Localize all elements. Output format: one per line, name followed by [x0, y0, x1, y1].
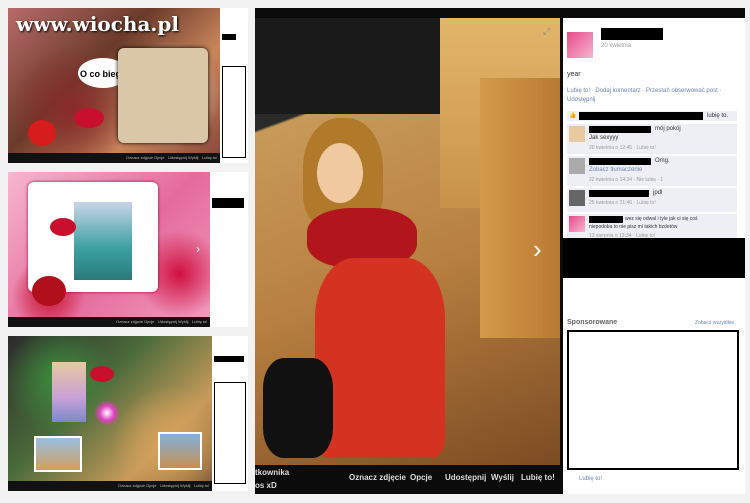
- photo-panel-2: › Oznacz zdjęcie Opcje Udostępnij Wyślij…: [8, 172, 248, 327]
- ad-box[interactable]: [567, 330, 739, 470]
- redacted: [222, 34, 236, 40]
- like-thumb-icon: 👍: [569, 113, 577, 119]
- share-link[interactable]: Udostępnij: [445, 473, 486, 482]
- post-actions-line2[interactable]: Udostępnij: [567, 97, 595, 103]
- main-photo: [255, 18, 560, 470]
- ad-box: [214, 382, 246, 484]
- girl-photo-frame: [118, 48, 208, 143]
- translate-link[interactable]: Zobacz tłumaczenie: [589, 167, 642, 173]
- post-actions-line1[interactable]: Lubię to! · Dodaj komentarz · Przestań o…: [567, 88, 721, 94]
- pyramid-photo: [158, 432, 202, 470]
- bar-share-link[interactable]: Udostępnij: [158, 319, 177, 324]
- girl-photo: [52, 362, 86, 422]
- bar-share-link[interactable]: Udostępnij: [168, 155, 187, 160]
- redacted: [212, 198, 244, 208]
- comment-text-line2: niepodoba to nie pisz mi takich bzdetów: [589, 224, 678, 230]
- avatar[interactable]: [569, 216, 585, 232]
- redacted-name: [589, 190, 649, 197]
- lips-decoration: [50, 218, 76, 236]
- comment-text: jpdl: [653, 190, 663, 196]
- avatar[interactable]: [567, 32, 593, 58]
- side-column-2: [210, 172, 248, 327]
- owner-name-partial[interactable]: tkownika: [255, 468, 289, 477]
- redacted-name: [601, 28, 663, 40]
- album-name-partial[interactable]: os xD: [255, 481, 277, 490]
- girl-face: [317, 143, 363, 203]
- expand-icon[interactable]: ⤢: [543, 26, 550, 37]
- sponsored-heading: Sponsorowane: [567, 319, 618, 326]
- sparkle-decoration: [94, 400, 120, 426]
- redacted: [214, 356, 244, 362]
- bar-send-link[interactable]: Wyślij: [180, 483, 190, 488]
- bottom-bar-1: Oznacz zdjęcie Opcje Udostępnij Wyślij L…: [8, 153, 220, 163]
- redacted-name: [589, 126, 651, 133]
- bar-share-link[interactable]: Udostępnij: [160, 483, 179, 488]
- comment-meta[interactable]: 25 kwietnia o 21:46 · Lubię to!: [589, 200, 656, 206]
- avatar[interactable]: [569, 158, 585, 174]
- black-pants: [263, 358, 333, 458]
- comment-text: Omg.: [655, 158, 670, 164]
- bar-send-link[interactable]: Wyślij: [178, 319, 188, 324]
- bottom-bar-3: Oznacz zdjęcie Opcje Udostępnij Wyślij L…: [8, 481, 212, 491]
- bar-options-link[interactable]: Opcje: [146, 483, 156, 488]
- main-photo-viewer: ⤢ › tkownika os xD Oznacz zdjęcie Opcje …: [255, 8, 745, 494]
- bottom-bar-2: Oznacz zdjęcie Opcje Udostępnij Wyślij L…: [8, 317, 210, 327]
- heart-decoration: [28, 120, 56, 146]
- ad-like-link[interactable]: Lubię to!: [579, 476, 602, 482]
- bar-tag-link[interactable]: Oznacz zdjęcie: [116, 319, 143, 324]
- side-column-1: [220, 8, 248, 163]
- comment-2: Omg. Zobacz tłumaczenie 22 kwietnia o 14…: [567, 156, 737, 186]
- redacted-comment-box: [563, 238, 745, 278]
- likes-row: 👍 lubię to.: [567, 111, 737, 121]
- watermark: www.wiocha.pl: [16, 12, 179, 36]
- comment-text: wez się odwal i tyle jak ci się coś: [625, 216, 698, 222]
- comment-3: jpdl 25 kwietnia o 21:46 · Lubię to!: [567, 188, 737, 212]
- redacted-name: [589, 158, 651, 165]
- comment-text: mój pokój: [655, 126, 681, 132]
- red-dress: [315, 258, 445, 458]
- chevron-right-icon[interactable]: ›: [533, 236, 542, 262]
- tag-photo-link[interactable]: Oznacz zdjęcie: [349, 473, 406, 482]
- bar-tag-link[interactable]: Oznacz zdjęcie: [118, 483, 145, 488]
- tv: [255, 18, 440, 114]
- side-column-3: [212, 336, 248, 491]
- rose-decoration: [32, 276, 66, 306]
- bar-like-link[interactable]: Lubię to!: [202, 155, 217, 160]
- comment-text-line2: Jak sexyyy: [589, 135, 619, 141]
- see-all-link[interactable]: Zobacz wszystkie: [695, 320, 734, 326]
- post-sidebar: 20 kwietnia year Lubię to! · Dodaj komen…: [563, 18, 745, 494]
- photo-panel-3: Oznacz zdjęcie Opcje Udostępnij Wyślij L…: [8, 336, 248, 491]
- avatar[interactable]: [569, 190, 585, 206]
- send-link[interactable]: Wyślij: [491, 473, 514, 482]
- likes-suffix: lubię to.: [707, 113, 729, 119]
- like-link[interactable]: Lubię to!: [521, 473, 555, 482]
- door: [480, 78, 560, 338]
- bar-tag-link[interactable]: Oznacz zdjęcie: [126, 155, 153, 160]
- redacted-names: [579, 112, 703, 120]
- redacted-name: [589, 216, 623, 223]
- bar-options-link[interactable]: Opcje: [144, 319, 154, 324]
- bar-like-link[interactable]: Lubię to!: [194, 483, 209, 488]
- pyramid-photo: [34, 436, 82, 472]
- photo-panel-1: www.wiocha.pl O co biega Oznacz zdjęcie …: [8, 8, 248, 163]
- lips-decoration: [74, 108, 104, 128]
- avatar[interactable]: [569, 126, 585, 142]
- photo-caption: year: [567, 71, 581, 78]
- bar-send-link[interactable]: Wyślij: [188, 155, 198, 160]
- lips-decoration: [90, 366, 114, 382]
- post-date[interactable]: 20 kwietnia: [601, 43, 631, 49]
- comment-meta[interactable]: 20 kwietnia o 12:45 · Lubię to!: [589, 145, 656, 151]
- comment-meta[interactable]: 22 kwietnia o 14:34 · Nie lubię · 1: [589, 177, 663, 183]
- ad-box: [222, 66, 246, 158]
- comment-1: mój pokój Jak sexyyy 20 kwietnia o 12:45…: [567, 124, 737, 154]
- photo-action-bar: tkownika os xD Oznacz zdjęcie Opcje Udos…: [255, 465, 560, 494]
- boy-photo: [74, 202, 132, 280]
- bar-like-link[interactable]: Lubię to!: [192, 319, 207, 324]
- bar-options-link[interactable]: Opcje: [154, 155, 164, 160]
- chevron-right-icon[interactable]: ›: [196, 242, 200, 256]
- options-link[interactable]: Opcje: [410, 473, 432, 482]
